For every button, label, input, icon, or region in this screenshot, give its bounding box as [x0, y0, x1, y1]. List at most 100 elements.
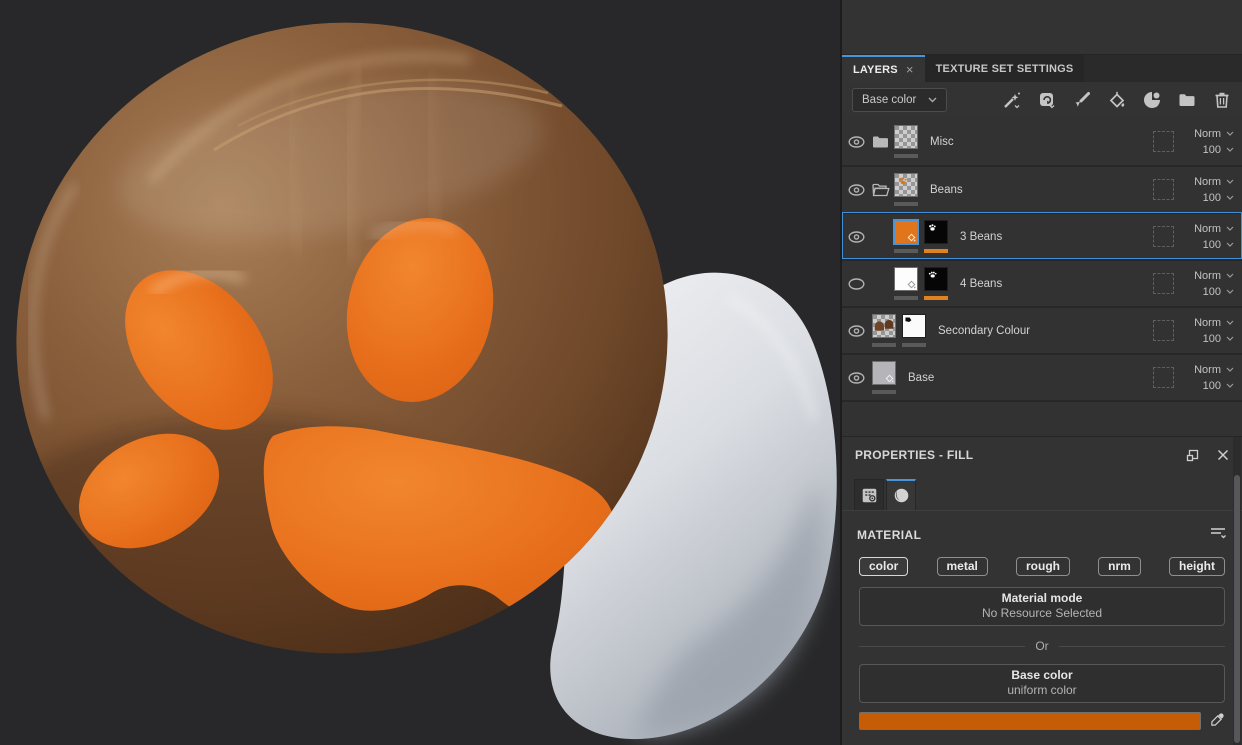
channel-filter-dropdown[interactable]: Base color — [852, 88, 948, 112]
properties-scrollbar[interactable] — [1233, 437, 1241, 745]
channel-nrm-button[interactable]: nrm — [1098, 557, 1141, 576]
layer-row-misc[interactable]: Misc Norm 100 — [842, 118, 1242, 165]
layer-mask-thumbnail[interactable] — [924, 220, 948, 253]
add-fill-layer-button[interactable] — [1107, 90, 1127, 110]
blend-mode-value: Norm — [1194, 316, 1221, 329]
add-smart-material-button[interactable] — [1037, 90, 1057, 110]
layer-mask-thumbnail[interactable] — [902, 314, 926, 347]
chevron-down-icon — [1226, 131, 1234, 136]
layer-mask-thumbnail[interactable] — [924, 267, 948, 300]
visibility-toggle[interactable] — [848, 324, 872, 337]
eye-visible-icon — [848, 371, 865, 384]
opacity-dropdown[interactable]: 100 — [1203, 286, 1234, 298]
layer-row-4-beans[interactable]: 4 Beans Norm 100 — [842, 259, 1242, 306]
channel-height-button[interactable]: height — [1169, 557, 1225, 576]
layer-name: 3 Beans — [960, 230, 1003, 243]
tab-texture-set-settings-label: TEXTURE SET SETTINGS — [935, 62, 1074, 75]
material-section-title: MATERIAL — [857, 528, 922, 542]
mask-drop-target[interactable] — [1153, 320, 1174, 341]
blend-mode-dropdown[interactable]: Norm — [1194, 317, 1234, 329]
base-color-selector[interactable]: Base color uniform color — [859, 664, 1225, 703]
add-smart-mask-button[interactable] — [1002, 90, 1022, 110]
material-filter-button[interactable] — [1209, 526, 1227, 544]
channel-color-button[interactable]: color — [859, 557, 909, 576]
blend-mode-dropdown[interactable]: Norm — [1194, 176, 1234, 188]
settings-list-icon — [862, 488, 876, 502]
add-generator-button[interactable] — [1142, 90, 1162, 110]
visibility-toggle[interactable] — [848, 230, 872, 243]
visibility-toggle[interactable] — [848, 135, 872, 148]
paw-content-icon — [899, 177, 907, 185]
blend-mode-dropdown[interactable]: Norm — [1194, 223, 1234, 235]
channel-rough-button[interactable]: rough — [1016, 557, 1071, 576]
folder-open-icon[interactable] — [872, 183, 894, 197]
visibility-toggle[interactable] — [848, 277, 872, 290]
layer-row-secondary-colour[interactable]: Secondary Colour Norm 100 — [842, 306, 1242, 353]
chevron-down-icon — [1226, 147, 1234, 152]
material-sphere-icon — [894, 488, 908, 503]
layer-row-base[interactable]: Base Norm 100 — [842, 353, 1242, 400]
blend-mode-dropdown[interactable]: Norm — [1194, 364, 1234, 376]
opacity-dropdown[interactable]: 100 — [1203, 192, 1234, 204]
tab-layers[interactable]: LAYERS × — [842, 55, 925, 82]
float-panel-button[interactable] — [1186, 449, 1199, 462]
layer-paint-thumbnail[interactable] — [872, 314, 896, 347]
mask-mark-icon — [905, 317, 912, 323]
or-label: Or — [1035, 639, 1049, 653]
opacity-dropdown[interactable]: 100 — [1203, 144, 1234, 156]
add-paint-layer-button[interactable] — [1072, 90, 1092, 110]
close-icon — [1217, 449, 1229, 461]
blend-mode-dropdown[interactable]: Norm — [1194, 128, 1234, 140]
opacity-value: 100 — [1202, 191, 1221, 204]
opacity-dropdown[interactable]: 100 — [1203, 239, 1234, 251]
layer-fill-thumbnail[interactable] — [872, 361, 896, 394]
viewport-3d[interactable] — [0, 0, 840, 745]
close-panel-button[interactable] — [1217, 449, 1229, 461]
painted-content-icon — [874, 319, 894, 331]
tab-texture-set-settings[interactable]: TEXTURE SET SETTINGS — [924, 55, 1085, 82]
stamp-refresh-icon — [1040, 93, 1055, 109]
folder-closed-icon[interactable] — [872, 135, 894, 149]
blend-mode-value: Norm — [1194, 363, 1221, 376]
layer-name: Secondary Colour — [938, 324, 1031, 337]
tab-material-properties[interactable] — [886, 479, 916, 510]
scrollbar-thumb[interactable] — [1234, 475, 1240, 743]
add-group-button[interactable] — [1177, 90, 1197, 110]
layer-fill-thumbnail[interactable] — [894, 267, 918, 300]
mask-drop-target[interactable] — [1153, 273, 1174, 294]
layer-row-3-beans[interactable]: 3 Beans Norm 100 — [842, 212, 1242, 259]
blend-mode-dropdown[interactable]: Norm — [1194, 270, 1234, 282]
blend-mode-value: Norm — [1194, 127, 1221, 140]
mask-drop-target[interactable] — [1153, 367, 1174, 388]
dock-tabbar: LAYERS × TEXTURE SET SETTINGS — [842, 55, 1242, 82]
material-mode-selector[interactable]: Material mode No Resource Selected — [859, 587, 1225, 626]
tab-close-icon[interactable]: × — [906, 62, 914, 77]
mask-drop-target[interactable] — [1153, 131, 1174, 152]
delete-layer-button[interactable] — [1212, 90, 1232, 110]
visibility-toggle[interactable] — [848, 183, 872, 196]
color-picker-button[interactable] — [1210, 712, 1225, 730]
mask-drop-target[interactable] — [1153, 226, 1174, 247]
opacity-dropdown[interactable]: 100 — [1203, 333, 1234, 345]
base-color-swatch[interactable] — [859, 712, 1201, 730]
tab-layer-parameters[interactable] — [854, 479, 884, 510]
layer-thumbnail[interactable] — [894, 125, 918, 158]
substance-painter-window: LAYERS × TEXTURE SET SETTINGS Base color — [0, 0, 1242, 745]
dock-empty-area — [842, 0, 1242, 55]
restore-window-icon — [1186, 449, 1199, 461]
channel-filter-value: Base color — [862, 94, 917, 106]
visibility-toggle[interactable] — [848, 371, 872, 384]
channel-metal-button[interactable]: metal — [936, 557, 988, 576]
opacity-dropdown[interactable]: 100 — [1203, 380, 1234, 392]
mask-paw-icon — [929, 224, 936, 231]
layer-row-beans[interactable]: Beans Norm 100 — [842, 165, 1242, 212]
material-sphere-icon — [1144, 92, 1160, 108]
or-divider: Or — [859, 639, 1225, 653]
mask-drop-target[interactable] — [1153, 179, 1174, 200]
layer-thumbnail[interactable] — [894, 173, 918, 206]
chevron-down-icon — [1226, 383, 1234, 388]
chevron-down-icon — [928, 97, 937, 103]
paint-brush-icon — [1075, 92, 1090, 107]
opacity-value: 100 — [1202, 143, 1221, 156]
layer-fill-thumbnail[interactable] — [894, 220, 918, 253]
